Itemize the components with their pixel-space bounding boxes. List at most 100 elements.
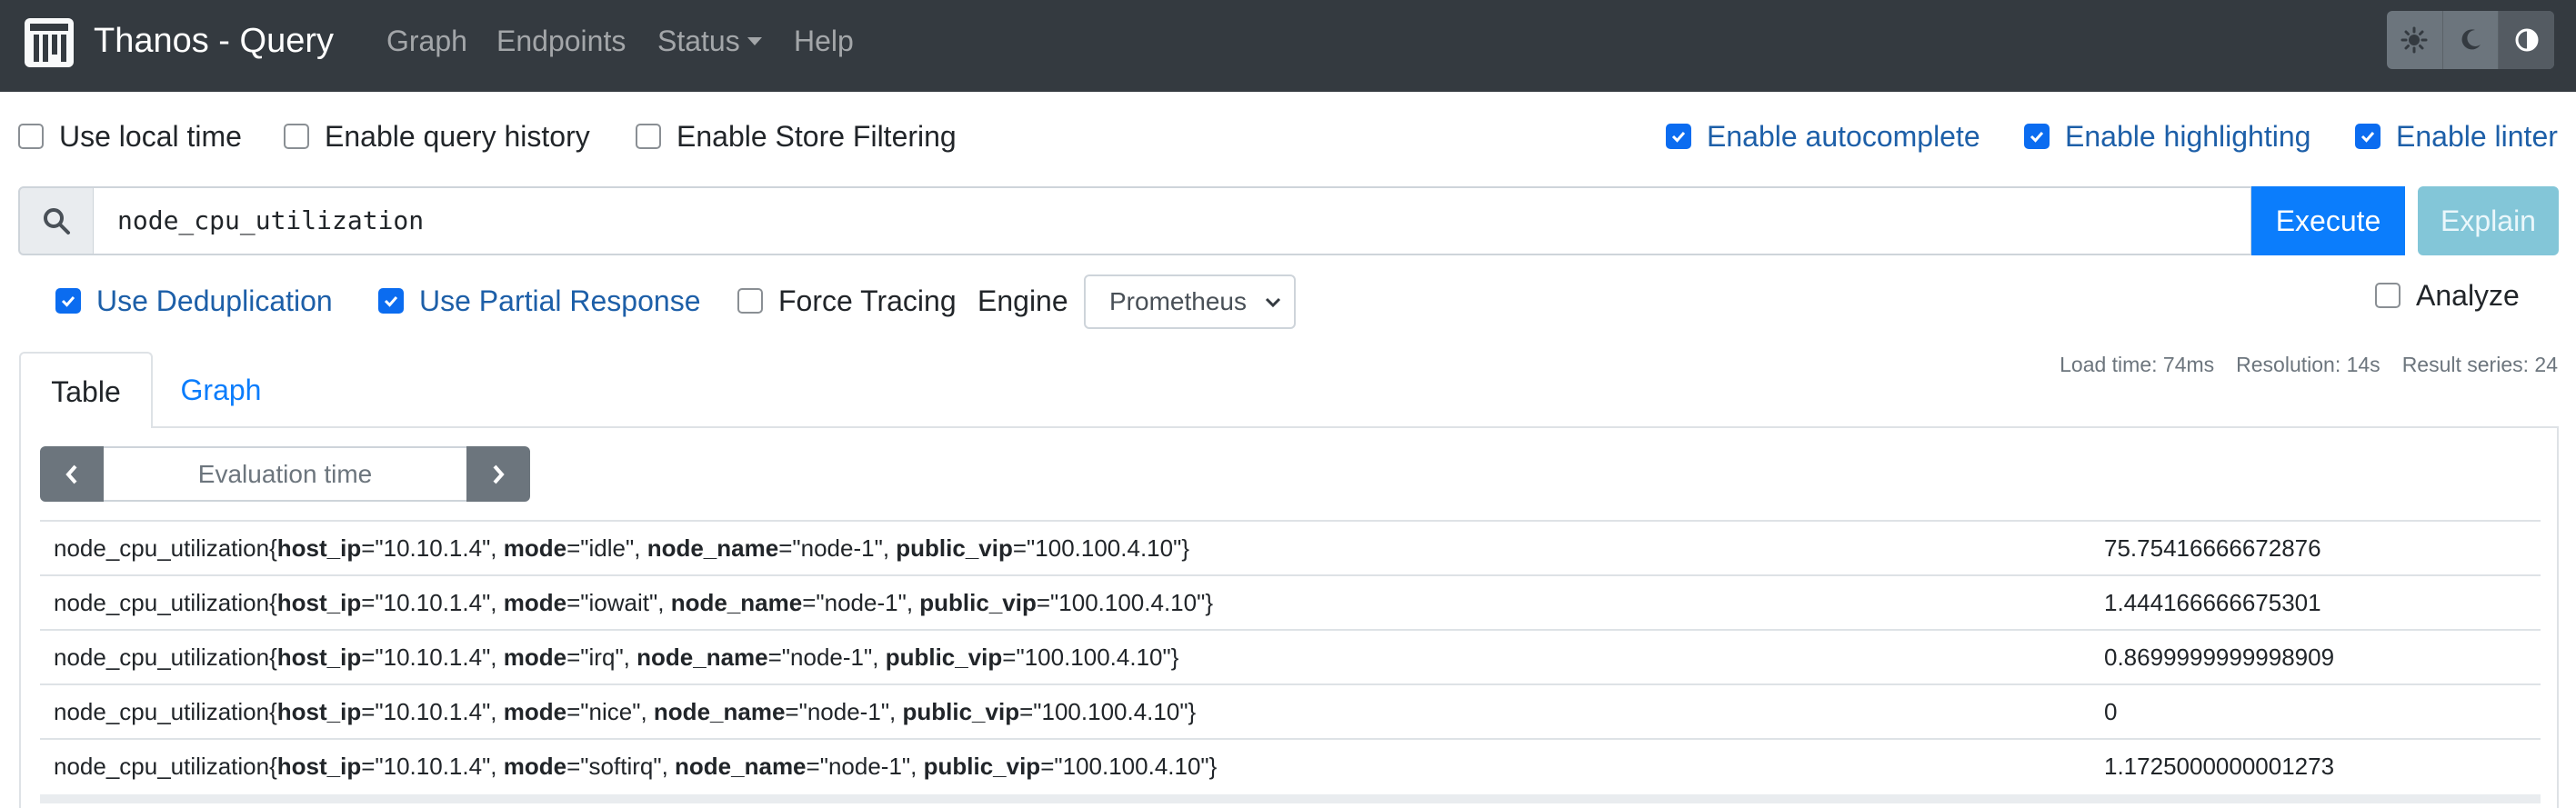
results-table: node_cpu_utilization{host_ip="10.10.1.4"… xyxy=(40,520,2541,793)
label-key-public-vip: public_vip xyxy=(923,752,1041,780)
label-key-host-ip: host_ip xyxy=(276,752,362,780)
checkbox-box[interactable] xyxy=(2375,283,2401,308)
moon-icon xyxy=(2461,29,2481,50)
theme-dark-button[interactable] xyxy=(2443,11,2500,69)
search-icon xyxy=(44,208,70,234)
use-deduplication-label: Use Deduplication xyxy=(96,284,333,317)
use-partial-response-checkbox[interactable]: Use Partial Response xyxy=(378,281,700,321)
label-key-mode: mode xyxy=(503,588,567,616)
sun-icon xyxy=(2401,26,2428,54)
app-title[interactable]: Thanos - Query xyxy=(94,18,334,64)
label-key-public-vip: public_vip xyxy=(896,534,1013,562)
enable-autocomplete-checkbox[interactable]: Enable autocomplete xyxy=(1666,116,1980,156)
table-row: node_cpu_utilization{host_ip="10.10.1.4"… xyxy=(40,629,2541,683)
checkbox-box[interactable] xyxy=(55,288,81,314)
nav-link-graph[interactable]: Graph xyxy=(386,18,467,64)
checkbox-box[interactable] xyxy=(1666,124,1691,149)
series-label: node_cpu_utilization{host_ip="10.10.1.4"… xyxy=(54,534,1190,562)
series-value: 0 xyxy=(2104,697,2118,725)
check-icon xyxy=(384,296,398,307)
check-icon xyxy=(2360,132,2375,143)
label-key-host-ip: host_ip xyxy=(276,643,362,671)
table-row: node_cpu_utilization{host_ip="10.10.1.4"… xyxy=(40,574,2541,629)
engine-select-value: Prometheus xyxy=(1109,287,1247,315)
series-label: node_cpu_utilization{host_ip="10.10.1.4"… xyxy=(54,643,1179,671)
checkbox-box[interactable] xyxy=(18,124,44,149)
query-input[interactable]: node_cpu_utilization xyxy=(94,186,2252,255)
analyze-checkbox[interactable]: Analyze xyxy=(2375,275,2520,315)
force-tracing-checkbox[interactable]: Force Tracing xyxy=(737,281,957,321)
chevron-left-icon xyxy=(65,464,77,484)
theme-auto-button[interactable] xyxy=(2499,11,2554,69)
eval-time-input[interactable]: Evaluation time xyxy=(104,446,466,502)
label-value-public-vip: 100.100.4.10 xyxy=(1024,643,1163,671)
nav-link-endpoints[interactable]: Endpoints xyxy=(496,18,626,64)
thanos-logo-icon[interactable] xyxy=(25,18,74,67)
table-row: node_cpu_utilization{host_ip="10.10.1.4"… xyxy=(40,520,2541,574)
label-value-mode: softirq xyxy=(588,752,654,780)
label-value-node-name: node-1 xyxy=(800,534,875,562)
label-key-node-name: node_name xyxy=(653,697,786,725)
label-key-host-ip: host_ip xyxy=(276,697,362,725)
theme-toggle-group xyxy=(2387,11,2554,69)
series-label: node_cpu_utilization{host_ip="10.10.1.4"… xyxy=(54,697,1197,725)
nav-link-status-label: Status xyxy=(657,25,740,57)
checkbox-box[interactable] xyxy=(737,288,763,314)
checkbox-box[interactable] xyxy=(2024,124,2050,149)
resolution: Resolution: 14s xyxy=(2236,353,2381,376)
contrast-icon xyxy=(2515,28,2539,52)
checkbox-box[interactable] xyxy=(2355,124,2381,149)
label-key-mode: mode xyxy=(503,534,567,562)
metric-name: node_cpu_utilization xyxy=(54,752,270,780)
series-label: node_cpu_utilization{host_ip="10.10.1.4"… xyxy=(54,588,1214,616)
checkbox-box[interactable] xyxy=(284,124,309,149)
label-key-node-name: node_name xyxy=(636,643,768,671)
metric-name: node_cpu_utilization xyxy=(54,534,270,562)
table-scroll-edge xyxy=(40,794,2541,803)
series-value: 75.75416666672876 xyxy=(2104,534,2321,562)
label-value-public-vip: 100.100.4.10 xyxy=(1041,697,1180,725)
chevron-down-icon xyxy=(747,37,762,45)
use-partial-response-label: Use Partial Response xyxy=(419,284,701,317)
checkbox-box[interactable] xyxy=(378,288,404,314)
use-local-time-label: Use local time xyxy=(59,119,242,153)
query-stats: Load time: 74ms Resolution: 14s Result s… xyxy=(2060,353,2558,377)
enable-linter-label: Enable linter xyxy=(2396,119,2558,153)
label-value-mode: nice xyxy=(588,697,633,725)
execute-button[interactable]: Execute xyxy=(2251,186,2405,255)
enable-query-history-checkbox[interactable]: Enable query history xyxy=(284,116,590,156)
label-key-node-name: node_name xyxy=(670,588,803,616)
engine-select[interactable]: Prometheus xyxy=(1084,274,1296,329)
label-value-host-ip: 10.10.1.4 xyxy=(383,697,483,725)
enable-linter-checkbox[interactable]: Enable linter xyxy=(2355,116,2558,156)
enable-highlighting-checkbox[interactable]: Enable highlighting xyxy=(2024,116,2310,156)
label-key-host-ip: host_ip xyxy=(276,588,362,616)
eval-time-prev-button[interactable] xyxy=(40,446,104,502)
label-value-host-ip: 10.10.1.4 xyxy=(383,643,483,671)
nav-link-help[interactable]: Help xyxy=(794,18,854,64)
label-key-mode: mode xyxy=(503,697,567,725)
nav-link-status[interactable]: Status xyxy=(657,18,762,64)
force-tracing-label: Force Tracing xyxy=(778,284,957,317)
check-icon xyxy=(1671,132,1686,143)
tab-graph[interactable]: Graph xyxy=(153,352,289,428)
checkbox-box[interactable] xyxy=(636,124,661,149)
explain-button[interactable]: Explain xyxy=(2418,186,2559,255)
use-local-time-checkbox[interactable]: Use local time xyxy=(18,116,242,156)
label-key-public-vip: public_vip xyxy=(885,643,1003,671)
eval-time-next-button[interactable] xyxy=(466,446,530,502)
tab-table[interactable]: Table xyxy=(19,352,153,428)
label-value-host-ip: 10.10.1.4 xyxy=(383,534,483,562)
theme-light-button[interactable] xyxy=(2387,11,2443,69)
use-deduplication-checkbox[interactable]: Use Deduplication xyxy=(55,281,333,321)
label-value-public-vip: 100.100.4.10 xyxy=(1035,534,1174,562)
label-value-node-name: node-1 xyxy=(807,697,881,725)
label-value-node-name: node-1 xyxy=(790,643,865,671)
enable-store-filtering-checkbox[interactable]: Enable Store Filtering xyxy=(636,116,957,156)
navbar: Thanos - Query Graph Endpoints Status He… xyxy=(0,0,2576,92)
load-time: Load time: 74ms xyxy=(2060,353,2215,376)
metric-name: node_cpu_utilization xyxy=(54,697,270,725)
label-key-node-name: node_name xyxy=(647,534,779,562)
label-value-public-vip: 100.100.4.10 xyxy=(1058,588,1198,616)
enable-highlighting-label: Enable highlighting xyxy=(2065,119,2311,153)
